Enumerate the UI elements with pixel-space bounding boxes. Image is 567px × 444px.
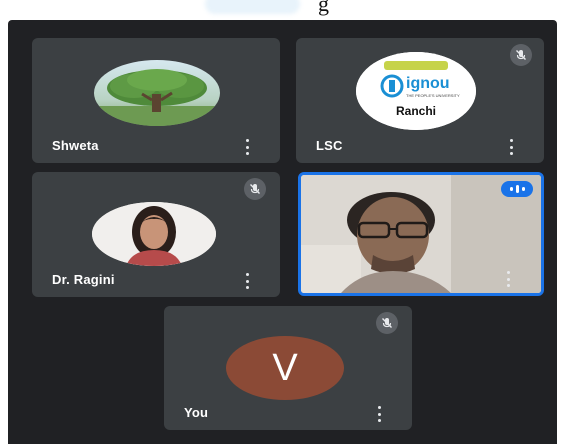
portrait-photo bbox=[92, 202, 216, 266]
participant-tile-active-video[interactable] bbox=[298, 172, 544, 296]
mic-off-icon bbox=[376, 312, 398, 334]
letter-avatar: V bbox=[226, 336, 344, 400]
participant-tile-lsc[interactable]: ignou THE PEOPLE'S UNIVERSITY Ranchi LSC bbox=[296, 38, 544, 163]
more-vert-icon[interactable] bbox=[505, 271, 511, 287]
more-vert-icon[interactable] bbox=[244, 139, 250, 155]
participant-tile-you[interactable]: V You bbox=[164, 306, 412, 430]
logo-city-text: Ranchi bbox=[396, 104, 436, 118]
participant-name: Shweta bbox=[52, 138, 99, 153]
logo-brand-text: ignou bbox=[406, 75, 450, 92]
more-vert-icon[interactable] bbox=[376, 406, 382, 422]
participant-name: LSC bbox=[316, 138, 343, 153]
ignou-logo: ignou THE PEOPLE'S UNIVERSITY Ranchi bbox=[356, 52, 476, 130]
top-blur-graphic bbox=[205, 0, 300, 14]
top-strip: g bbox=[0, 0, 567, 22]
participant-tile-shweta[interactable]: Shweta bbox=[32, 38, 280, 163]
mic-off-icon bbox=[244, 178, 266, 200]
logo-subtitle-text: THE PEOPLE'S UNIVERSITY bbox=[406, 93, 460, 98]
participant-avatar bbox=[92, 202, 216, 266]
more-vert-icon[interactable] bbox=[244, 273, 250, 289]
participant-name: You bbox=[184, 405, 209, 420]
lsc-logo-avatar: ignou THE PEOPLE'S UNIVERSITY Ranchi bbox=[356, 52, 476, 130]
participant-tile-dr-ragini[interactable]: Dr. Ragini bbox=[32, 172, 280, 297]
meeting-grid: Shweta ignou THE PEOPLE'S UNIVERSITY Ran… bbox=[8, 20, 557, 444]
mic-off-icon bbox=[510, 44, 532, 66]
tree-photo bbox=[94, 60, 220, 126]
more-vert-icon[interactable] bbox=[508, 139, 514, 155]
audio-level-icon bbox=[501, 181, 533, 197]
participant-name: Dr. Ragini bbox=[52, 272, 115, 287]
participant-avatar bbox=[94, 60, 220, 126]
top-cropped-text: g bbox=[318, 0, 329, 16]
